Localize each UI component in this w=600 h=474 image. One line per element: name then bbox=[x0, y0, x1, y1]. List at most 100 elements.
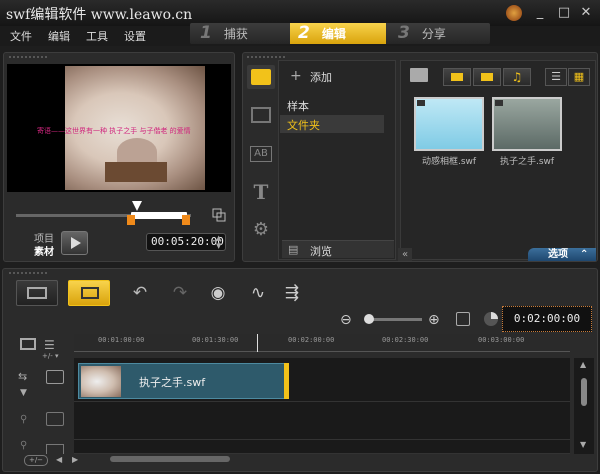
mode-clip-label[interactable]: 素材 bbox=[34, 243, 54, 258]
tab-share[interactable]: 3 分享 bbox=[398, 23, 446, 44]
media-type-icon bbox=[417, 100, 425, 106]
horizontal-scrollbar-thumb[interactable] bbox=[110, 456, 230, 462]
zoom-out-icon[interactable]: ⊖ bbox=[340, 312, 352, 328]
add-icon: + bbox=[290, 68, 302, 84]
ruler-tick-label: 00:01:00:00 bbox=[98, 336, 145, 344]
ripple-edit-icon[interactable]: ⇆ bbox=[18, 370, 27, 383]
redo-icon[interactable]: ↷ bbox=[168, 282, 192, 304]
options-button[interactable]: 选项 ⌃ bbox=[528, 248, 596, 261]
list-icon: ☰ bbox=[551, 70, 561, 83]
zoom-to-fit-button[interactable]: +/− bbox=[24, 455, 48, 466]
filter-icon[interactable]: ⚙ bbox=[250, 220, 272, 240]
menu-file[interactable]: 文件 bbox=[10, 28, 32, 44]
preview-screen: 寄语——这世界有一种 执子之手 与子偕老 的爱情 bbox=[7, 64, 231, 192]
timeline-clip[interactable]: 执子之手.swf bbox=[78, 363, 288, 399]
timeline-playhead[interactable] bbox=[257, 334, 258, 352]
browse-icon: ▤ bbox=[288, 243, 299, 256]
title-template-icon[interactable]: AB bbox=[250, 146, 272, 162]
title-track-row[interactable] bbox=[74, 440, 570, 454]
thumbnail-view-button[interactable]: ▦ bbox=[568, 68, 590, 86]
ruler-tick-label: 00:02:00:00 bbox=[288, 336, 335, 344]
zoom-in-icon[interactable]: ⊕ bbox=[428, 312, 440, 328]
preview-timecode[interactable]: 00:05:20:00 bbox=[146, 233, 226, 251]
menu-tools[interactable]: 工具 bbox=[86, 28, 108, 44]
browse-button[interactable]: ▤ 浏览 bbox=[282, 240, 394, 258]
lock-icon[interactable]: ⚲ bbox=[20, 414, 27, 425]
maximize-button[interactable]: □ bbox=[556, 5, 572, 21]
panel-grip bbox=[8, 55, 48, 60]
app-logo-icon bbox=[506, 5, 522, 21]
play-icon bbox=[71, 237, 81, 249]
add-remove-track-icon[interactable]: +/- ▾ bbox=[42, 352, 72, 360]
folder-item-sample[interactable]: 样本 bbox=[287, 98, 309, 114]
scroll-right-icon[interactable]: ▶ bbox=[72, 455, 78, 464]
ruler-tick-label: 00:01:30:00 bbox=[192, 336, 239, 344]
media-thumbnail-label: 执子之手.swf bbox=[499, 157, 555, 167]
clip-thumbnail bbox=[81, 366, 121, 397]
split-clip-icon[interactable] bbox=[212, 208, 226, 222]
scroll-up-icon[interactable]: ▲ bbox=[580, 360, 586, 369]
scroll-down-icon[interactable]: ▼ bbox=[580, 440, 586, 449]
image-icon bbox=[481, 73, 493, 81]
preview-caption: 寄语——这世界有一种 执子之手 与子偕老 的爱情 bbox=[37, 127, 191, 135]
tab-edit[interactable]: 2 编辑 bbox=[298, 23, 346, 44]
list-view-button[interactable]: ☰ bbox=[545, 68, 567, 86]
text-icon[interactable]: T bbox=[250, 182, 272, 202]
clip-end-handle[interactable] bbox=[284, 363, 289, 399]
chevron-down-icon[interactable]: ▼ bbox=[20, 388, 27, 398]
lock-icon[interactable]: ⚲ bbox=[20, 440, 27, 451]
overlay-track-icon[interactable] bbox=[46, 412, 64, 426]
zoom-slider-thumb[interactable] bbox=[364, 314, 374, 324]
auto-music-icon[interactable]: ⇶ bbox=[280, 282, 304, 304]
undo-icon[interactable]: ↶ bbox=[128, 282, 152, 304]
timecode-spin-icon[interactable]: ▲ ▼ bbox=[216, 234, 221, 250]
timeline-timecode[interactable]: 0:02:00:00 bbox=[502, 306, 592, 332]
vertical-scrollbar[interactable]: ▲ ▼ bbox=[574, 358, 594, 454]
folder-item-folder[interactable]: 文件夹 bbox=[287, 117, 320, 133]
chevron-up-icon: ⌃ bbox=[580, 249, 589, 260]
music-icon: ♫ bbox=[511, 70, 523, 84]
add-folder-button[interactable]: 添加 bbox=[310, 69, 332, 85]
window-title: swf编辑软件 www.leawo.cn bbox=[6, 7, 193, 23]
tab-capture[interactable]: 1 捕获 bbox=[200, 23, 248, 44]
collapse-panel-button[interactable]: « bbox=[398, 248, 412, 261]
filter-image-button[interactable] bbox=[473, 68, 501, 86]
filter-audio-button[interactable]: ♫ bbox=[503, 68, 531, 86]
bench bbox=[105, 162, 167, 182]
storyboard-view-button[interactable] bbox=[16, 280, 58, 306]
timeline-view-button[interactable] bbox=[68, 280, 110, 306]
menu-settings[interactable]: 设置 bbox=[124, 28, 146, 44]
media-thumbnail-label: 动感相框.swf bbox=[421, 157, 477, 167]
play-button[interactable] bbox=[61, 231, 88, 255]
trim-start-handle[interactable] bbox=[127, 215, 135, 225]
record-capture-icon[interactable]: ◉ bbox=[206, 282, 230, 304]
audio-mixer-icon[interactable]: ∿ bbox=[246, 282, 270, 304]
video-track-icon[interactable] bbox=[46, 370, 64, 384]
media-type-icon bbox=[495, 100, 503, 106]
folder-list bbox=[278, 60, 396, 260]
fit-project-icon[interactable] bbox=[456, 312, 470, 326]
title-track-icon[interactable] bbox=[46, 444, 64, 454]
list-tracks-icon[interactable]: ☰ bbox=[44, 338, 55, 352]
instant-project-icon[interactable] bbox=[251, 107, 271, 123]
track-manager-icon[interactable] bbox=[20, 338, 36, 350]
trim-end-handle[interactable] bbox=[182, 215, 190, 225]
media-icon bbox=[251, 69, 271, 85]
panel-grip bbox=[8, 271, 48, 276]
scroll-left-icon[interactable]: ◀ bbox=[56, 455, 62, 464]
close-button[interactable]: ✕ bbox=[578, 5, 594, 21]
trim-range bbox=[131, 212, 187, 219]
zoom-slider[interactable] bbox=[370, 318, 422, 321]
clip-label: 执子之手.swf bbox=[139, 376, 206, 389]
filter-video-button[interactable] bbox=[443, 68, 471, 86]
menu-edit[interactable]: 编辑 bbox=[48, 28, 70, 44]
minimize-button[interactable]: _ bbox=[532, 5, 548, 21]
ruler-tick-label: 00:03:00:00 bbox=[478, 336, 525, 344]
scrollbar-thumb[interactable] bbox=[581, 378, 587, 406]
overlay-track-row[interactable] bbox=[74, 402, 570, 440]
double-chevron-left-icon: « bbox=[401, 249, 409, 260]
filmstrip-icon bbox=[27, 287, 47, 299]
video-icon bbox=[451, 73, 463, 81]
open-folder-icon[interactable] bbox=[410, 68, 428, 82]
ruler-tick-label: 00:02:30:00 bbox=[382, 336, 429, 344]
